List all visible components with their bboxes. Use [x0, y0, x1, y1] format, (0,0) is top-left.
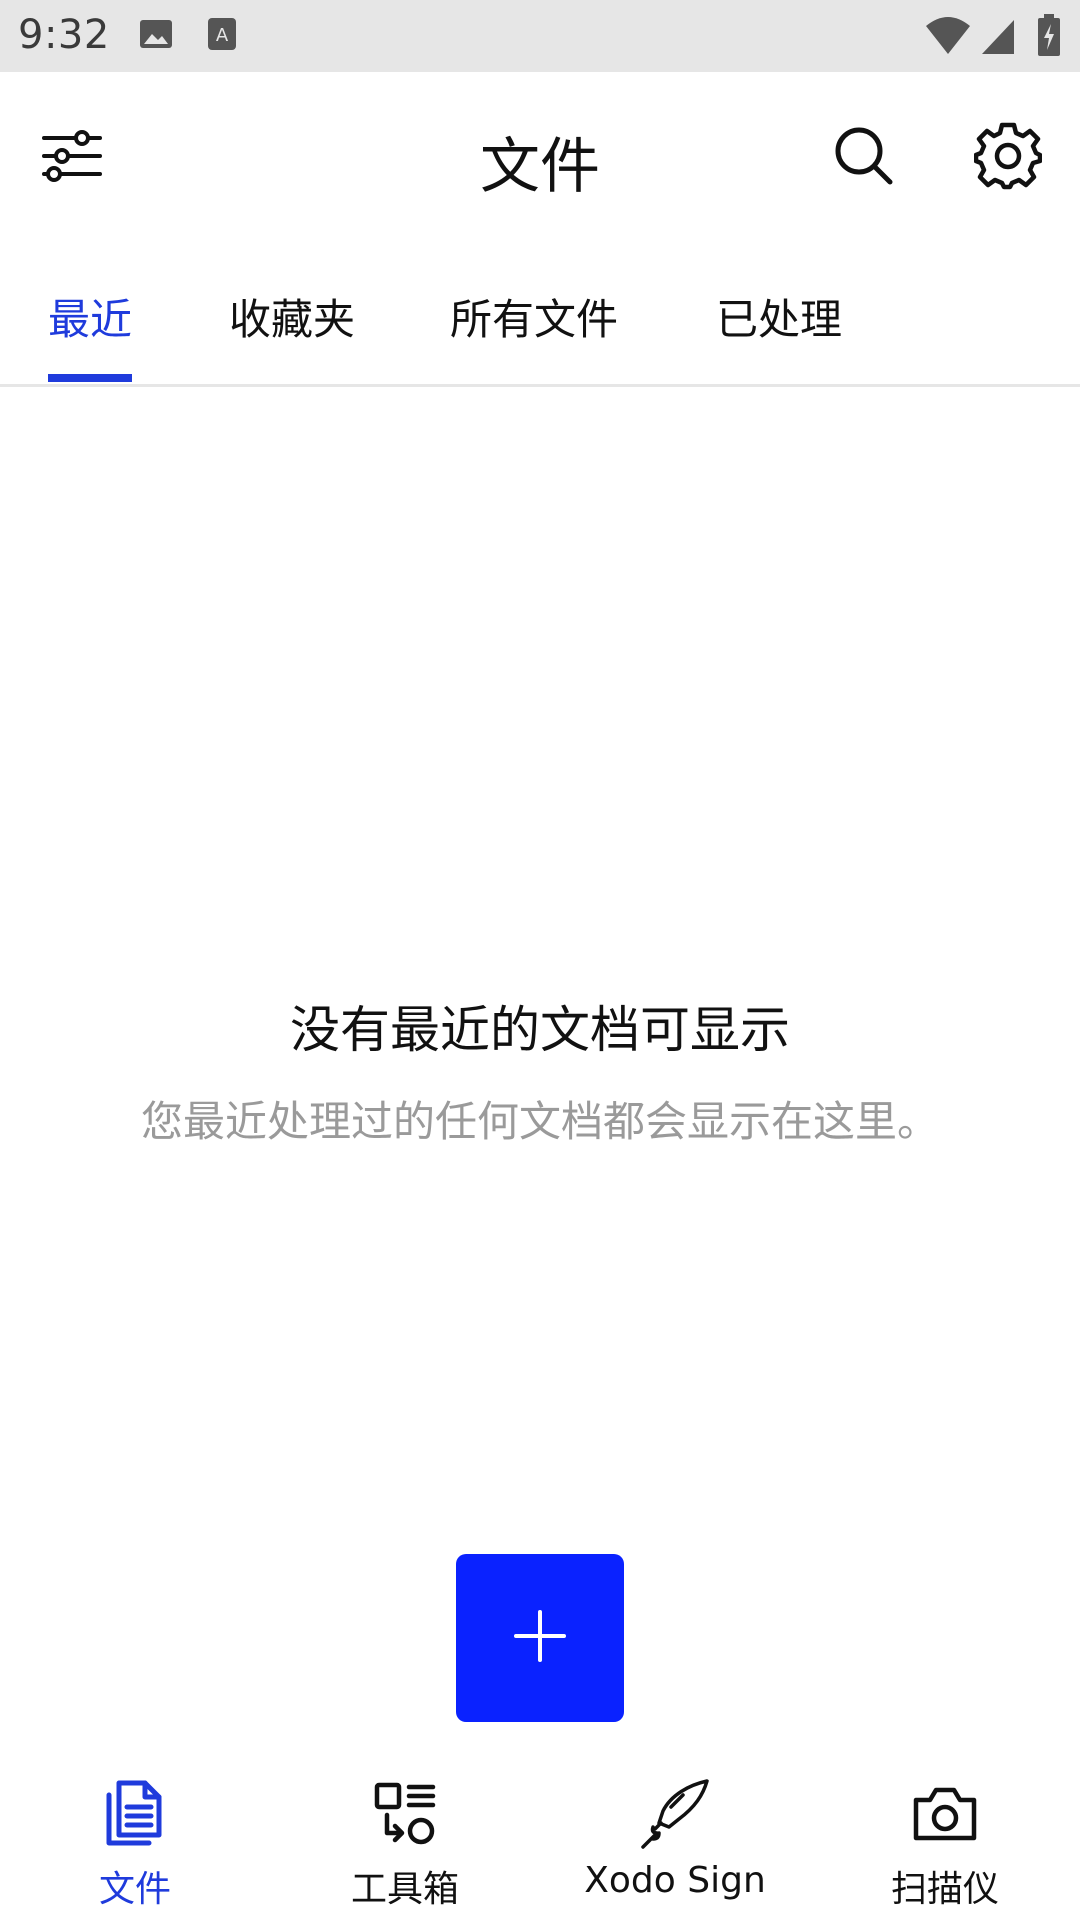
- page-title: 文件: [480, 132, 600, 202]
- tab-bar: 最近 收藏夹 所有文件 已处理: [0, 242, 1080, 387]
- toolbox-icon: [270, 1774, 540, 1854]
- nav-label-scanner: 扫描仪: [890, 1869, 999, 1910]
- nav-item-toolbox[interactable]: 工具箱: [270, 1760, 540, 1920]
- battery-charging-icon: [1036, 14, 1062, 62]
- keyboard-notification-icon: A: [202, 14, 242, 58]
- nav-item-files[interactable]: 文件: [0, 1760, 270, 1920]
- signal-icon: [978, 14, 1018, 62]
- tab-active-indicator: [48, 374, 132, 382]
- search-icon[interactable]: [816, 108, 912, 204]
- empty-state-subtitle: 您最近处理过的任何文档都会显示在这里。: [140, 1097, 939, 1146]
- camera-icon: [810, 1774, 1080, 1854]
- nav-item-xodo-sign[interactable]: Xodo Sign: [540, 1760, 810, 1920]
- nav-label-toolbox: 工具箱: [350, 1869, 459, 1910]
- document-icon: [0, 1774, 270, 1854]
- wifi-icon: [924, 14, 972, 62]
- plus-icon: [512, 1608, 568, 1668]
- tab-processed[interactable]: 已处理: [716, 286, 842, 347]
- tab-recent[interactable]: 最近: [48, 286, 132, 347]
- app-bar: 文件: [0, 72, 1080, 242]
- empty-state-title: 没有最近的文档可显示: [290, 1001, 790, 1059]
- add-fab-button[interactable]: [456, 1554, 624, 1722]
- screen: 9:32 A 文件 最近 收藏夹 所有文件 已处理 没有最近的文档可显示 您最近…: [0, 0, 1080, 1920]
- bottom-navigation: 文件 工具箱 Xodo Sign 扫描仪: [0, 1760, 1080, 1920]
- tab-all-files[interactable]: 所有文件: [450, 286, 618, 347]
- status-bar: 9:32 A: [0, 0, 1080, 72]
- nav-item-scanner[interactable]: 扫描仪: [810, 1760, 1080, 1920]
- image-notification-icon: [136, 14, 176, 58]
- settings-gear-icon[interactable]: [960, 108, 1056, 204]
- status-time: 9:32: [18, 12, 110, 58]
- pen-nib-icon: [540, 1774, 810, 1854]
- nav-label-files: 文件: [98, 1869, 171, 1910]
- nav-label-xodo-sign: Xodo Sign: [584, 1860, 766, 1901]
- svg-text:A: A: [216, 25, 229, 46]
- tab-favorites[interactable]: 收藏夹: [229, 286, 355, 347]
